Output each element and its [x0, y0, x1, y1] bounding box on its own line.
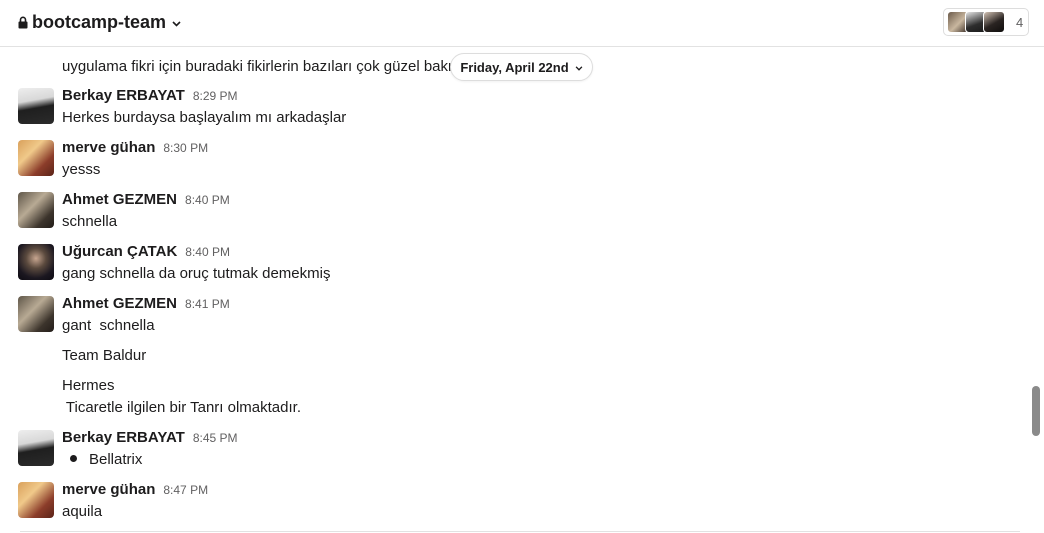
- message-text: Herkes burdaysa başlayalım mı arkadaşlar: [62, 109, 347, 126]
- channel-name-button[interactable]: bootcamp-team: [18, 12, 181, 33]
- message-text: aquila: [62, 503, 103, 520]
- message-author[interactable]: Ahmet GEZMEN: [62, 191, 177, 208]
- message[interactable]: merve gühan 8:47 PM aquila: [0, 481, 1010, 526]
- partial-message-text: uygulama fikri için buradaki fikirlerin …: [62, 58, 461, 75]
- avatar[interactable]: [18, 244, 54, 280]
- message-author[interactable]: Ahmet GEZMEN: [62, 295, 177, 312]
- message-timestamp[interactable]: 8:41 PM: [185, 297, 230, 311]
- chevron-down-icon: [575, 65, 583, 71]
- member-count: 4: [1016, 14, 1024, 30]
- message-author[interactable]: Berkay ERBAYAT: [62, 87, 185, 104]
- avatar[interactable]: [18, 192, 54, 228]
- message-author[interactable]: merve gühan: [62, 139, 155, 156]
- channel-header: bootcamp-team 4: [0, 0, 1044, 47]
- message-author[interactable]: Uğurcan ÇATAK: [62, 243, 177, 260]
- message-timestamp[interactable]: 8:29 PM: [193, 89, 238, 103]
- composer-divider: [20, 531, 1020, 532]
- date-divider-label: Friday, April 22nd: [460, 59, 569, 75]
- message-author[interactable]: merve gühan: [62, 481, 155, 498]
- message[interactable]: Uğurcan ÇATAK 8:40 PM gang schnella da o…: [0, 243, 1010, 288]
- message-text: yesss: [62, 161, 101, 178]
- scrollbar-thumb[interactable]: [1032, 386, 1040, 436]
- message-text: gant schnella: [62, 317, 155, 334]
- message-text: Bellatrix: [89, 451, 143, 468]
- message-text: Ticaretle ilgilen bir Tanrı olmaktadır.: [62, 399, 301, 416]
- message-author[interactable]: Berkay ERBAYAT: [62, 429, 185, 446]
- message-timestamp[interactable]: 8:47 PM: [163, 483, 208, 497]
- bullet-icon: [70, 455, 77, 462]
- avatar[interactable]: [18, 88, 54, 124]
- message[interactable]: Ahmet GEZMEN 8:41 PM gant schnella Team …: [0, 295, 1010, 420]
- bullet-list-item: Bellatrix: [62, 451, 142, 468]
- avatar[interactable]: [18, 140, 54, 176]
- message-text: schnella: [62, 213, 118, 230]
- message-text: Team Baldur: [62, 347, 147, 364]
- avatar[interactable]: [18, 430, 54, 466]
- message-text: Hermes: [62, 377, 115, 394]
- message-timestamp[interactable]: 8:30 PM: [163, 141, 208, 155]
- message[interactable]: merve gühan 8:30 PM yesss: [0, 139, 1010, 184]
- message[interactable]: Berkay ERBAYAT 8:45 PM Bellatrix: [0, 429, 1010, 474]
- avatar[interactable]: [18, 296, 54, 332]
- message-text: gang schnella da oruç tutmak demekmiş: [62, 265, 331, 282]
- message-timestamp[interactable]: 8:40 PM: [185, 193, 230, 207]
- message[interactable]: Berkay ERBAYAT 8:29 PM Herkes burdaysa b…: [0, 87, 1010, 132]
- message-timestamp[interactable]: 8:40 PM: [185, 245, 230, 259]
- lock-icon: [18, 16, 28, 28]
- channel-title: bootcamp-team: [32, 12, 167, 32]
- members-button[interactable]: 4: [943, 8, 1029, 36]
- avatar[interactable]: [18, 482, 54, 518]
- chevron-down-icon: [172, 20, 181, 27]
- member-avatar: [983, 11, 1005, 33]
- message[interactable]: Ahmet GEZMEN 8:40 PM schnella: [0, 191, 1010, 236]
- date-divider-button[interactable]: Friday, April 22nd: [450, 53, 593, 81]
- message-timestamp[interactable]: 8:45 PM: [193, 431, 238, 445]
